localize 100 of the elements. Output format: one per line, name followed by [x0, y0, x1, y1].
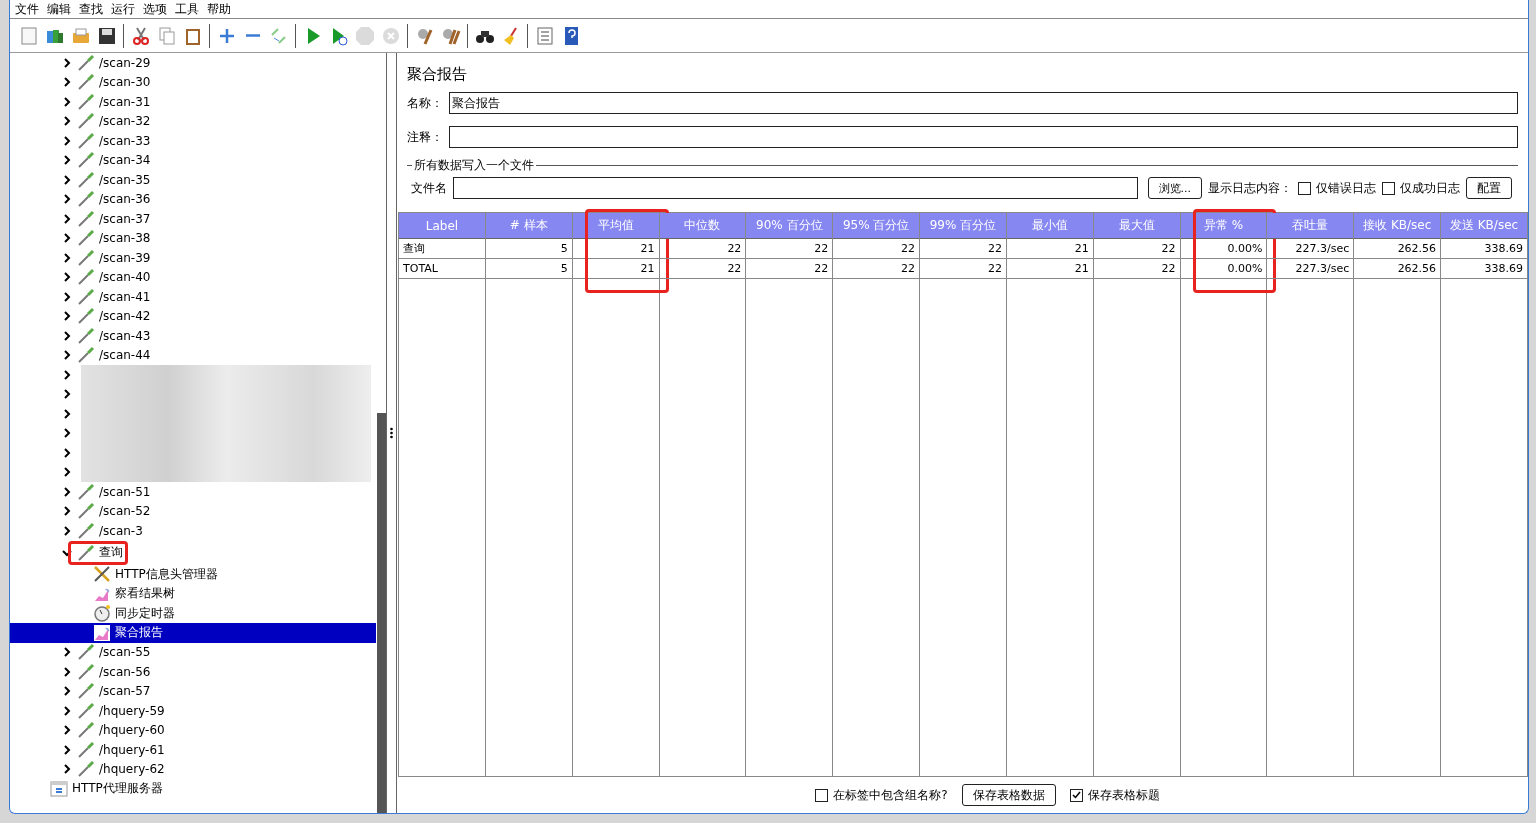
- pipette-icon: [77, 170, 95, 189]
- chevron-right-icon[interactable]: [62, 291, 72, 302]
- table-cell: 22: [746, 259, 833, 279]
- tree-node-label[interactable]: /scan-30: [99, 75, 151, 90]
- tree-node-label[interactable]: /scan-35: [99, 172, 151, 187]
- save-header-option[interactable]: 保存表格标题: [1069, 786, 1160, 804]
- tree-node-label[interactable]: 聚合报告: [115, 624, 163, 642]
- tree-node-label[interactable]: /scan-29: [99, 55, 151, 70]
- chevron-right-icon[interactable]: [62, 57, 72, 68]
- chevron-right-icon[interactable]: [62, 135, 72, 146]
- tree-node-label[interactable]: /scan-40: [99, 270, 151, 285]
- chevron-right-icon[interactable]: [62, 467, 72, 478]
- tree-node-label[interactable]: /scan-33: [99, 133, 151, 148]
- chevron-right-icon[interactable]: [62, 252, 72, 263]
- tree-node-label[interactable]: 察看结果树: [115, 585, 175, 603]
- tree-node-label[interactable]: /hquery-59: [99, 703, 165, 718]
- table-cell: 22: [1093, 259, 1180, 279]
- chevron-right-icon[interactable]: [62, 764, 72, 775]
- configure-button[interactable]: 配置: [1466, 177, 1512, 199]
- menu-item[interactable]: 编辑: [44, 0, 74, 18]
- tree-node-label[interactable]: /scan-52: [99, 504, 151, 519]
- tree-node-label[interactable]: /scan-37: [99, 211, 151, 226]
- browse-button[interactable]: 浏览...: [1147, 177, 1202, 199]
- tree-node-label[interactable]: /scan-56: [99, 664, 151, 679]
- checkbox[interactable]: [1298, 181, 1311, 195]
- chevron-right-icon[interactable]: [62, 350, 72, 361]
- chevron-right-icon[interactable]: [62, 705, 72, 716]
- chevron-right-icon[interactable]: [62, 525, 72, 536]
- tree-node-label[interactable]: /scan-55: [99, 645, 151, 660]
- pipette-icon: [77, 151, 95, 170]
- chevron-right-icon[interactable]: [62, 194, 72, 205]
- chevron-right-icon[interactable]: [62, 725, 72, 736]
- chevron-right-icon[interactable]: [62, 428, 72, 439]
- chevron-right-icon[interactable]: [62, 744, 72, 755]
- tree-node-label[interactable]: /scan-32: [99, 114, 151, 129]
- chevron-right-icon[interactable]: [62, 486, 72, 497]
- tree-node-label[interactable]: /scan-44: [99, 348, 151, 363]
- tree-node-label[interactable]: HTTP代理服务器: [72, 780, 163, 798]
- table-cell: 22: [1093, 239, 1180, 259]
- tree-node-label[interactable]: /scan-36: [99, 192, 151, 207]
- menu-item[interactable]: 帮助: [204, 0, 234, 18]
- tree-node-label[interactable]: 同步定时器: [115, 604, 175, 622]
- scissors-icon: [130, 25, 151, 46]
- tree-node-label[interactable]: HTTP信息头管理器: [115, 565, 218, 583]
- tree-node-label[interactable]: /scan-42: [99, 309, 151, 324]
- chevron-right-icon[interactable]: [62, 389, 72, 400]
- chevron-right-icon[interactable]: [62, 666, 72, 677]
- tree-node-label[interactable]: /scan-51: [99, 484, 151, 499]
- tree-node-label[interactable]: /scan-41: [99, 289, 151, 304]
- table-cell: 262.56: [1354, 259, 1441, 279]
- comment-field[interactable]: [449, 126, 1518, 148]
- errors-only-option[interactable]: 仅错误日志: [1298, 179, 1376, 197]
- tree-node-label[interactable]: /scan-38: [99, 231, 151, 246]
- chevron-right-icon[interactable]: [62, 155, 72, 166]
- menu-item[interactable]: 选项: [140, 0, 170, 18]
- chevron-right-icon[interactable]: [62, 272, 72, 283]
- name-field[interactable]: 聚合报告: [449, 92, 1518, 114]
- tree-node-label[interactable]: /hquery-61: [99, 742, 165, 757]
- pipette-icon: [77, 721, 95, 740]
- scrollbar[interactable]: [377, 413, 386, 813]
- chevron-right-icon[interactable]: [62, 647, 72, 658]
- table-cell: 0.00%: [1180, 239, 1267, 259]
- checkbox[interactable]: [815, 788, 829, 802]
- chevron-right-icon[interactable]: [62, 213, 72, 224]
- pipette-icon: [77, 229, 95, 248]
- chevron-right-icon[interactable]: [62, 77, 72, 88]
- chevron-right-icon[interactable]: [62, 408, 72, 419]
- chevron-right-icon[interactable]: [62, 447, 72, 458]
- menu-item[interactable]: 文件: [12, 0, 42, 18]
- chevron-right-icon[interactable]: [62, 330, 72, 341]
- tree-node-label[interactable]: /scan-57: [99, 684, 151, 699]
- chevron-right-icon[interactable]: [62, 233, 72, 244]
- chevron-right-icon[interactable]: [62, 116, 72, 127]
- tree-node-label[interactable]: /scan-34: [99, 153, 151, 168]
- include-group-option[interactable]: 在标签中包含组名称?: [815, 786, 948, 804]
- chevron-right-icon[interactable]: [62, 96, 72, 107]
- menu-item[interactable]: 查找: [76, 0, 106, 18]
- menu-item[interactable]: 工具: [172, 0, 202, 18]
- chevron-down-icon[interactable]: [62, 547, 72, 558]
- tree-node-label[interactable]: /hquery-62: [99, 762, 165, 777]
- chevron-right-icon[interactable]: [62, 506, 72, 517]
- chevron-right-icon[interactable]: [62, 174, 72, 185]
- checkbox[interactable]: [1069, 788, 1083, 802]
- checkbox[interactable]: [1382, 181, 1395, 195]
- tree-node-label[interactable]: /scan-43: [99, 328, 151, 343]
- tree-node-label[interactable]: 查询: [99, 544, 123, 561]
- chevron-right-icon[interactable]: [62, 369, 72, 380]
- tree-node-label[interactable]: /scan-31: [99, 94, 151, 109]
- pipette-icon: [77, 521, 95, 540]
- chevron-right-icon[interactable]: [62, 311, 72, 322]
- tree-node-label[interactable]: /scan-3: [99, 523, 143, 538]
- field-label: 注释：: [407, 128, 443, 146]
- save-data-button[interactable]: 保存表格数据: [961, 784, 1056, 806]
- splitter-handle-icon[interactable]: [390, 427, 393, 439]
- tree-node-label[interactable]: /scan-39: [99, 250, 151, 265]
- chevron-right-icon[interactable]: [62, 686, 72, 697]
- tree-node-label[interactable]: /hquery-60: [99, 723, 165, 738]
- filename-field[interactable]: [453, 177, 1138, 199]
- success-only-option[interactable]: 仅成功日志: [1382, 179, 1460, 197]
- menu-item[interactable]: 运行: [108, 0, 138, 18]
